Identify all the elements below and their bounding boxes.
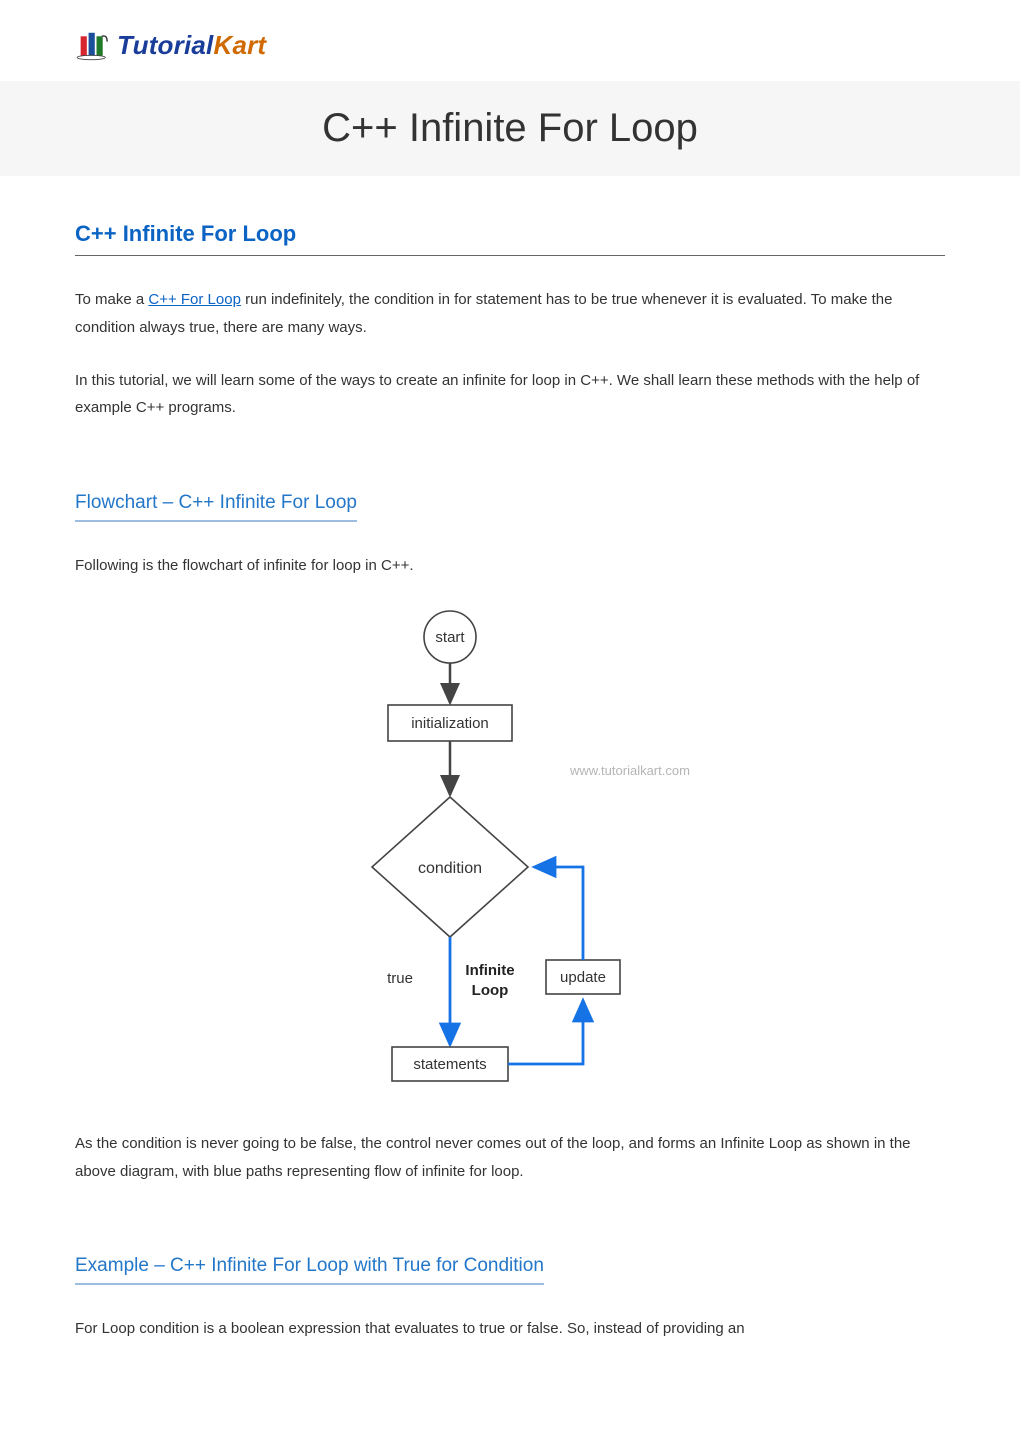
flow-start-label: start — [435, 629, 465, 646]
flowchart-caption: Following is the flowchart of infinite f… — [75, 552, 945, 580]
flow-init-label: initialization — [411, 715, 489, 732]
logo-text: TutorialKart — [117, 30, 266, 61]
flowchart-explanation: As the condition is never going to be fa… — [75, 1130, 945, 1186]
intro-paragraph-2: In this tutorial, we will learn some of … — [75, 367, 945, 423]
title-bar: C++ Infinite For Loop — [0, 81, 1020, 176]
logo-word-tutorial: Tutorial — [117, 30, 213, 60]
flow-infinite-label-2: Loop — [472, 982, 509, 999]
for-loop-link[interactable]: C++ For Loop — [148, 291, 241, 308]
site-logo: TutorialKart — [75, 30, 945, 61]
flow-statements-label: statements — [413, 1056, 486, 1073]
flowchart-heading: Flowchart – C++ Infinite For Loop — [75, 492, 357, 522]
section-heading: C++ Infinite For Loop — [75, 221, 945, 256]
example-paragraph: For Loop condition is a boolean expressi… — [75, 1315, 945, 1343]
flow-infinite-label-1: Infinite — [465, 962, 514, 979]
flowchart-diagram: start initialization www.tutorialkart.co… — [75, 605, 945, 1095]
intro-paragraph-1: To make a C++ For Loop run indefinitely,… — [75, 286, 945, 342]
example-heading: Example – C++ Infinite For Loop with Tru… — [75, 1255, 544, 1285]
text-fragment: To make a — [75, 291, 148, 308]
page-title: C++ Infinite For Loop — [75, 106, 945, 151]
flow-update-label: update — [560, 969, 606, 986]
flow-watermark: www.tutorialkart.com — [569, 763, 690, 778]
logo-icon — [75, 31, 111, 61]
logo-word-kart: Kart — [213, 30, 266, 60]
flow-true-label: true — [387, 970, 413, 987]
flow-condition-label: condition — [418, 860, 482, 877]
